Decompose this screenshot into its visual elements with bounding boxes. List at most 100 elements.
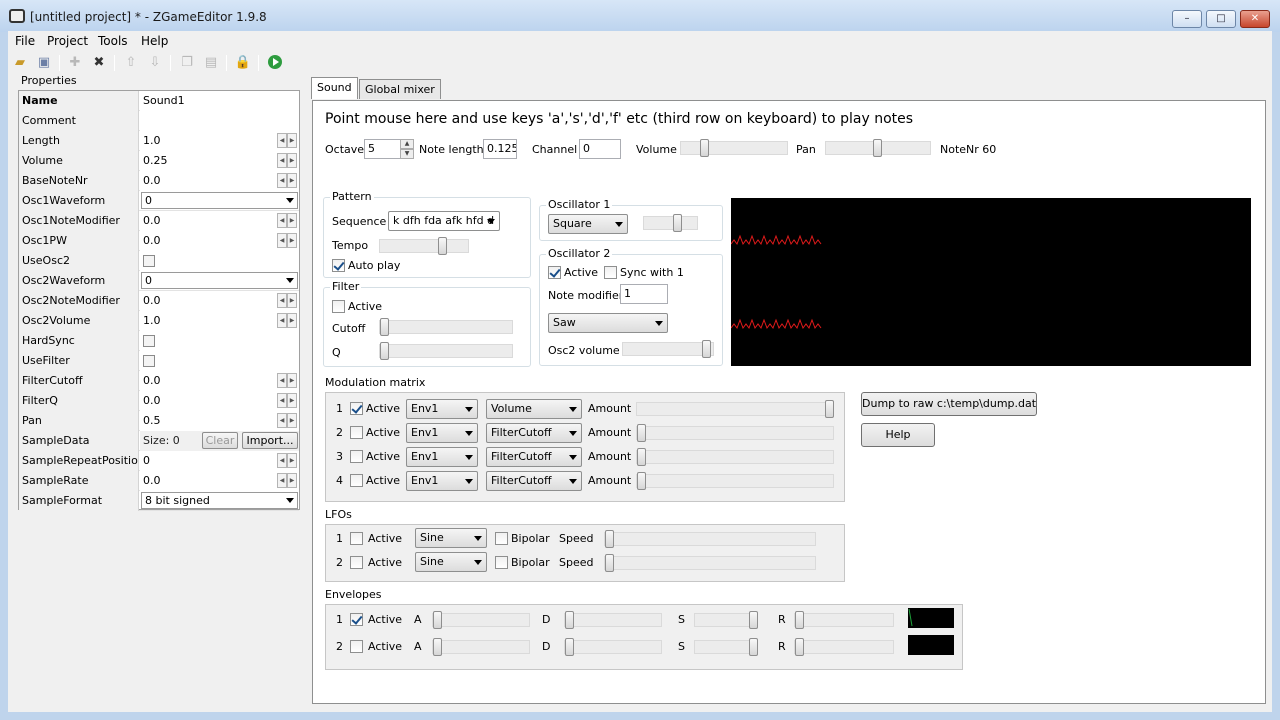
property-value[interactable] bbox=[140, 111, 299, 131]
property-value[interactable]: 0.0 bbox=[140, 171, 299, 191]
add-icon[interactable]: ✚ bbox=[66, 54, 84, 72]
property-spinner[interactable]: ◀ ▶ bbox=[277, 213, 297, 228]
lfo-speed-slider[interactable] bbox=[604, 554, 816, 572]
env-sustain-slider[interactable] bbox=[694, 638, 758, 656]
lock-icon[interactable]: 🔒 bbox=[234, 54, 252, 72]
mod-amount-slider[interactable] bbox=[636, 400, 834, 418]
mod-amount-slider[interactable] bbox=[636, 448, 834, 466]
env-active-checkbox[interactable] bbox=[350, 613, 363, 626]
property-combo[interactable]: 8 bit signed bbox=[141, 492, 298, 509]
clear-button[interactable]: Clear bbox=[202, 432, 238, 449]
menu-help[interactable]: Help bbox=[141, 34, 168, 48]
dump-button[interactable]: Dump to raw c:\temp\dump.dat bbox=[861, 392, 1037, 416]
cutoff-slider[interactable] bbox=[379, 318, 513, 336]
close-button[interactable]: ✕ bbox=[1240, 10, 1270, 28]
lfo-bipolar-checkbox[interactable] bbox=[495, 556, 508, 569]
osc2-active-checkbox[interactable] bbox=[548, 266, 561, 279]
property-value[interactable]: 0.0 bbox=[140, 291, 299, 311]
delete-icon[interactable]: ✖ bbox=[90, 54, 108, 72]
lfo-active-checkbox[interactable] bbox=[350, 532, 363, 545]
property-value[interactable]: 0.0 bbox=[140, 471, 299, 491]
q-slider[interactable] bbox=[379, 342, 513, 360]
autoplay-checkbox[interactable] bbox=[332, 259, 345, 272]
property-checkbox[interactable] bbox=[143, 335, 155, 347]
property-value[interactable]: 0.0 bbox=[140, 391, 299, 411]
property-spinner[interactable]: ◀ ▶ bbox=[277, 473, 297, 488]
property-spinner[interactable]: ◀ ▶ bbox=[277, 393, 297, 408]
env-release-slider[interactable] bbox=[794, 611, 894, 629]
env-attack-slider[interactable] bbox=[432, 611, 530, 629]
property-checkbox[interactable] bbox=[143, 255, 155, 267]
property-spinner[interactable]: ◀ ▶ bbox=[277, 233, 297, 248]
osc2-waveform-combo[interactable]: Saw bbox=[548, 313, 668, 333]
move-down-icon[interactable]: ⇩ bbox=[146, 54, 164, 72]
octave-input[interactable]: 5 bbox=[364, 139, 402, 159]
tab-sound[interactable]: Sound bbox=[311, 77, 358, 99]
env-decay-slider[interactable] bbox=[564, 638, 662, 656]
lfo-active-checkbox[interactable] bbox=[350, 556, 363, 569]
env-decay-slider[interactable] bbox=[564, 611, 662, 629]
property-spinner[interactable]: ◀ ▶ bbox=[277, 313, 297, 328]
channel-input[interactable]: 0 bbox=[579, 139, 621, 159]
mod-source-combo[interactable]: Env1 bbox=[406, 471, 478, 491]
mod-target-combo[interactable]: FilterCutoff bbox=[486, 447, 582, 467]
property-value[interactable]: 0.0 bbox=[140, 211, 299, 231]
env-release-slider[interactable] bbox=[794, 638, 894, 656]
import-button[interactable]: Import... bbox=[242, 432, 298, 449]
mod-source-combo[interactable]: Env1 bbox=[406, 447, 478, 467]
filter-active-checkbox[interactable] bbox=[332, 300, 345, 313]
menu-file[interactable]: File bbox=[15, 34, 35, 48]
property-value[interactable]: 0.0 bbox=[140, 231, 299, 251]
help-button[interactable]: Help bbox=[861, 423, 935, 447]
property-spinner[interactable]: ◀ ▶ bbox=[277, 293, 297, 308]
lfo-wave-combo[interactable]: Sine bbox=[415, 552, 487, 572]
property-spinner[interactable]: ◀ ▶ bbox=[277, 133, 297, 148]
property-value[interactable]: 1.0 bbox=[140, 311, 299, 331]
property-spinner[interactable]: ◀ ▶ bbox=[277, 413, 297, 428]
env-attack-slider[interactable] bbox=[432, 638, 530, 656]
property-combo[interactable]: 0 bbox=[141, 272, 298, 289]
property-spinner[interactable]: ◀ ▶ bbox=[277, 173, 297, 188]
move-up-icon[interactable]: ⇧ bbox=[122, 54, 140, 72]
property-value[interactable]: 0.0 bbox=[140, 371, 299, 391]
mod-active-checkbox[interactable] bbox=[350, 402, 363, 415]
tab-global-mixer[interactable]: Global mixer bbox=[359, 79, 441, 99]
mod-active-checkbox[interactable] bbox=[350, 450, 363, 463]
minimize-button[interactable]: – bbox=[1172, 10, 1202, 28]
note-length-input[interactable]: 0.125 bbox=[483, 139, 517, 159]
mod-source-combo[interactable]: Env1 bbox=[406, 423, 478, 443]
property-value[interactable]: 0 bbox=[140, 451, 299, 471]
note-modifier-input[interactable]: 1 bbox=[620, 284, 668, 304]
property-combo[interactable]: 0 bbox=[141, 192, 298, 209]
mod-amount-slider[interactable] bbox=[636, 472, 834, 490]
sequence-combo[interactable]: k dfh fda afk hfd d bbox=[388, 211, 500, 231]
lfo-wave-combo[interactable]: Sine bbox=[415, 528, 487, 548]
run-icon[interactable] bbox=[266, 54, 284, 72]
mod-amount-slider[interactable] bbox=[636, 424, 834, 442]
menu-tools[interactable]: Tools bbox=[98, 34, 128, 48]
copy-icon[interactable]: ❐ bbox=[178, 54, 196, 72]
property-spinner[interactable]: ◀ ▶ bbox=[277, 153, 297, 168]
mod-target-combo[interactable]: FilterCutoff bbox=[486, 471, 582, 491]
mod-active-checkbox[interactable] bbox=[350, 426, 363, 439]
maximize-button[interactable]: □ bbox=[1206, 10, 1236, 28]
octave-spinner[interactable]: ▲ ▼ bbox=[400, 139, 414, 159]
lfo-bipolar-checkbox[interactable] bbox=[495, 532, 508, 545]
property-spinner[interactable]: ◀ ▶ bbox=[277, 373, 297, 388]
env-sustain-slider[interactable] bbox=[694, 611, 758, 629]
property-value[interactable]: 1.0 bbox=[140, 131, 299, 151]
pan-slider[interactable] bbox=[825, 139, 931, 157]
osc1-slider[interactable] bbox=[643, 214, 698, 232]
osc1-waveform-combo[interactable]: Square bbox=[548, 214, 628, 234]
property-checkbox[interactable] bbox=[143, 355, 155, 367]
volume-slider[interactable] bbox=[680, 139, 788, 157]
property-value[interactable]: Sound1 bbox=[140, 91, 299, 111]
property-value[interactable]: 0.5 bbox=[140, 411, 299, 431]
mod-target-combo[interactable]: FilterCutoff bbox=[486, 423, 582, 443]
save-icon[interactable]: ▣ bbox=[35, 54, 53, 72]
env-active-checkbox[interactable] bbox=[350, 640, 363, 653]
menu-project[interactable]: Project bbox=[47, 34, 88, 48]
property-value[interactable]: 0.25 bbox=[140, 151, 299, 171]
mod-target-combo[interactable]: Volume bbox=[486, 399, 582, 419]
sync-checkbox[interactable] bbox=[604, 266, 617, 279]
